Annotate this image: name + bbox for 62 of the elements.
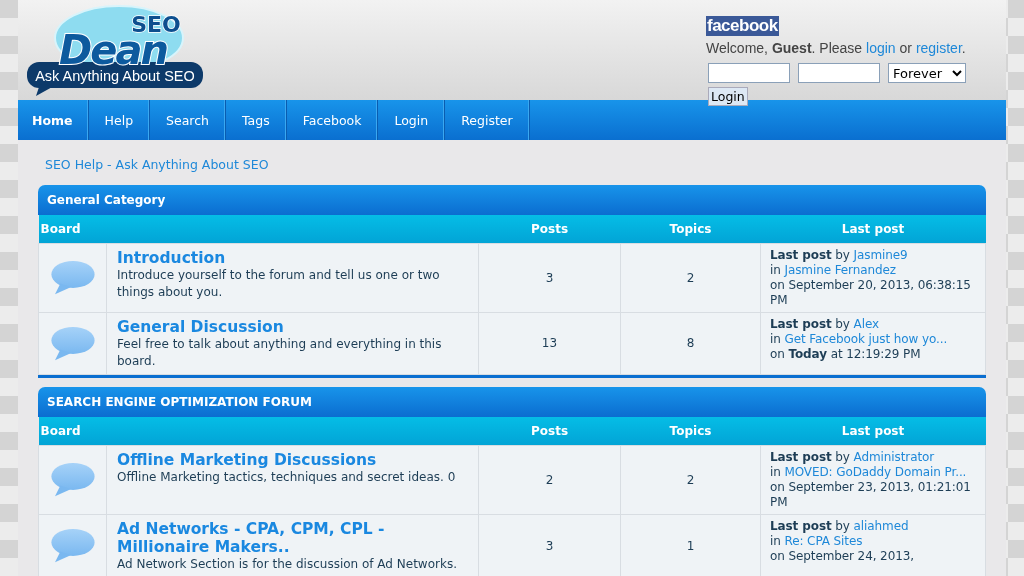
post-date: on September 23, 2013, 01:21:01 PM <box>770 480 972 510</box>
board-description: Offline Marketing tactics, techniques and secret ideas. 0 <box>117 469 457 486</box>
author-link[interactable]: Jasmine9 <box>853 248 908 262</box>
topic-link[interactable]: MOVED: GoDaddy Domain Pr... <box>784 465 967 479</box>
posts-count: 3 <box>478 243 621 313</box>
topics-count: 1 <box>620 514 761 576</box>
column-header: Board <box>38 417 479 446</box>
board-description: Feel free to talk about anything and everything in this board. <box>117 336 443 370</box>
column-header: Topics <box>620 215 761 244</box>
nav-tab[interactable]: Login <box>378 100 446 140</box>
topics-count: 8 <box>620 312 761 375</box>
login-button[interactable]: Login <box>708 87 748 106</box>
post-date: on September 24, 2013, <box>770 549 915 564</box>
username-field[interactable] <box>708 63 790 83</box>
last-post-label: Last post by <box>770 248 850 262</box>
author-link[interactable]: aliahmed <box>853 519 909 533</box>
register-link[interactable]: register <box>915 40 962 56</box>
column-header: Posts <box>478 215 621 244</box>
in-label: in <box>770 534 781 548</box>
breadcrumb-link[interactable]: SEO Help - Ask Anything About SEO <box>45 157 269 172</box>
topic-link[interactable]: Jasmine Fernandez <box>784 263 896 277</box>
last-post-label: Last post by <box>770 317 850 331</box>
board-title-link[interactable]: Ad Networks - CPA, CPM, CPL - Millionaire Makers.. <box>117 520 468 556</box>
column-header: Board <box>38 215 479 244</box>
welcome-message: Welcome, Guest. Please login or register. <box>706 40 966 56</box>
topics-count: 2 <box>620 445 761 515</box>
posts-count: 2 <box>478 445 621 515</box>
board-title-link[interactable]: General Discussion <box>117 318 468 336</box>
topics-count: 2 <box>620 243 761 313</box>
category-header: SEARCH ENGINE OPTIMIZATION FORUM <box>38 387 986 417</box>
login-link[interactable]: login <box>866 40 896 56</box>
category-header: General Category <box>38 185 986 215</box>
board-title-link[interactable]: Offline Marketing Discussions <box>117 451 468 469</box>
board-title-link[interactable]: Introduction <box>117 249 468 267</box>
nav-tab[interactable]: Home <box>18 100 89 140</box>
column-header: Topics <box>620 417 761 446</box>
post-date: on September 20, 2013, 06:38:15 PM <box>770 278 972 308</box>
in-label: in <box>770 465 781 479</box>
nav-tab[interactable]: Help <box>88 100 151 140</box>
password-field[interactable] <box>798 63 880 83</box>
session-length-select[interactable]: Forever <box>888 63 966 83</box>
last-post-label: Last post by <box>770 519 850 533</box>
topic-link[interactable]: Get Facebook just how yo... <box>784 332 948 346</box>
facebook-logo[interactable]: facebook <box>706 16 779 36</box>
posts-count: 3 <box>478 514 621 576</box>
topic-link[interactable]: Re: CPA Sites <box>784 534 863 548</box>
post-date: on Today at 12:19:29 PM <box>770 347 922 362</box>
column-header: Posts <box>478 417 621 446</box>
in-label: in <box>770 263 781 277</box>
posts-count: 13 <box>478 312 621 375</box>
column-header: Last post <box>760 417 986 446</box>
board-description: Introduce yourself to the forum and tell us one or two things about you. <box>117 267 441 301</box>
author-link[interactable]: Alex <box>853 317 879 331</box>
board-description: Ad Network Section is for the discussion of Ad Networks. <box>117 556 458 573</box>
nav-tab[interactable]: Register <box>445 100 530 140</box>
nav-tab[interactable]: Tags <box>226 100 287 140</box>
nav-tab[interactable]: Facebook <box>286 100 379 140</box>
last-post-label: Last post by <box>770 450 850 464</box>
column-header: Last post <box>760 215 986 244</box>
nav-tab[interactable]: Search <box>150 100 226 140</box>
author-link[interactable]: Administrator <box>853 450 935 464</box>
in-label: in <box>770 332 781 346</box>
